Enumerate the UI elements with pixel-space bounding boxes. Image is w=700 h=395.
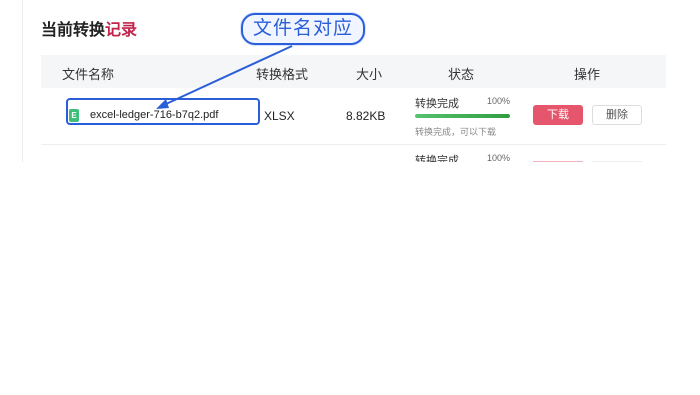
title-highlight: 记录: [105, 22, 138, 39]
progress-percent: 100%: [486, 153, 510, 162]
column-action: 操作: [574, 67, 601, 82]
column-status: 状态: [448, 67, 475, 82]
delete-button[interactable]: 删除: [592, 105, 642, 125]
annotation-callout: 文件名对应: [241, 13, 365, 45]
column-file-name: 文件名称: [62, 67, 115, 82]
title-prefix: 当前转换: [41, 22, 106, 39]
delete-button-partial[interactable]: [592, 161, 642, 162]
table-header: 文件名称 转换格式 大小 状态 操作: [41, 55, 666, 88]
progress-bar-fill: [415, 114, 510, 118]
status-label: 转换完成: [415, 98, 459, 110]
download-button-partial[interactable]: [533, 161, 583, 162]
progress-percent: 100%: [486, 96, 510, 106]
status-hint: 转换完成，可以下载: [415, 127, 497, 137]
target-format: XLSX: [264, 109, 295, 123]
column-size: 大小: [356, 67, 383, 82]
file-size: 8.82KB: [346, 109, 386, 123]
table-row: 转换完成 100%: [41, 145, 666, 162]
download-button[interactable]: 下载: [533, 105, 583, 125]
column-format: 转换格式: [256, 67, 309, 82]
progress-bar: [415, 114, 510, 118]
page-title: 当前转换记录: [41, 16, 137, 40]
status-label: 转换完成: [415, 155, 459, 162]
file-name-highlight-box: [66, 98, 260, 125]
